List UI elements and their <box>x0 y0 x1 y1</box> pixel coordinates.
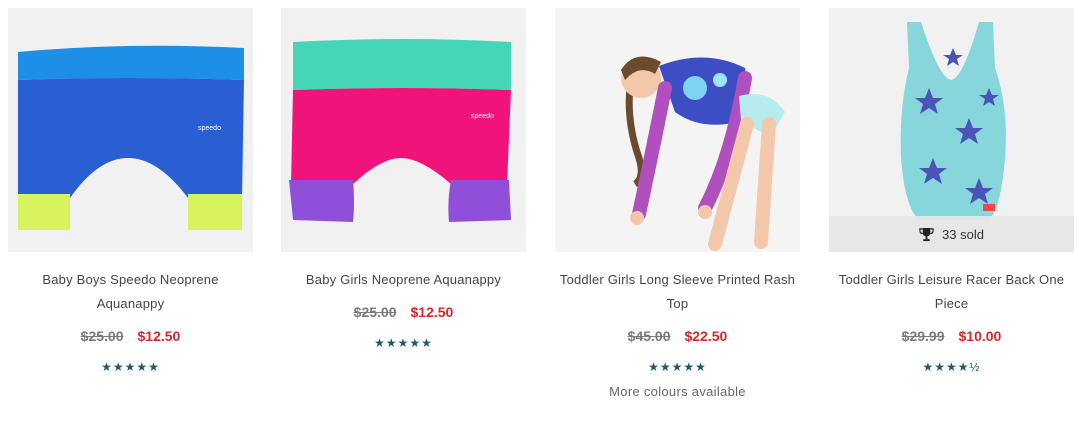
original-price: $29.99 <box>901 328 945 344</box>
sale-price: $22.50 <box>684 328 728 344</box>
product-card[interactable]: 33 sold Toddler Girls Leisure Racer Back… <box>829 8 1074 428</box>
product-title[interactable]: Baby Girls Neoprene Aquanappy <box>281 268 526 292</box>
product-card[interactable]: speedo Baby Girls Neoprene Aquanappy $25… <box>281 8 526 428</box>
product-image[interactable] <box>555 8 800 252</box>
star-rating: ★★★★★ <box>101 360 160 374</box>
original-price: $25.00 <box>80 328 124 344</box>
blue-swim-shorts-icon: speedo <box>8 8 253 252</box>
svg-text:speedo: speedo <box>198 125 221 132</box>
product-title[interactable]: Baby Boys Speedo Neoprene Aquanappy <box>8 268 253 316</box>
product-image[interactable]: speedo <box>281 8 526 252</box>
pink-swim-shorts-icon: speedo <box>281 8 526 252</box>
original-price: $25.00 <box>353 304 397 320</box>
more-colours-link[interactable]: More colours available <box>555 384 800 399</box>
svg-text:speedo: speedo <box>471 113 494 120</box>
product-image[interactable]: speedo <box>8 8 253 252</box>
product-title[interactable]: Toddler Girls Leisure Racer Back One Pie… <box>829 268 1074 316</box>
price-row: $25.00 $12.50 <box>281 304 526 320</box>
price-row: $29.99 $10.00 <box>829 328 1074 344</box>
girl-rash-top-icon <box>555 8 800 252</box>
sold-count-text: 33 sold <box>942 226 984 242</box>
trophy-icon <box>919 227 934 241</box>
product-card[interactable]: speedo Baby Boys Speedo Neoprene Aquanap… <box>8 8 253 428</box>
product-card[interactable]: Toddler Girls Long Sleeve Printed Rash T… <box>555 8 800 428</box>
star-rating: ★★★★½ <box>922 360 981 374</box>
sale-price: $12.50 <box>410 304 454 320</box>
sale-price: $10.00 <box>958 328 1002 344</box>
price-row: $25.00 $12.50 <box>8 328 253 344</box>
original-price: $45.00 <box>627 328 671 344</box>
sale-price: $12.50 <box>137 328 181 344</box>
product-grid: speedo Baby Boys Speedo Neoprene Aquanap… <box>0 0 1080 441</box>
sold-count-badge: 33 sold <box>829 216 1074 252</box>
price-row: $45.00 $22.50 <box>555 328 800 344</box>
product-image[interactable]: 33 sold <box>829 8 1074 252</box>
star-rating: ★★★★★ <box>648 360 707 374</box>
star-rating: ★★★★★ <box>374 336 433 350</box>
product-title[interactable]: Toddler Girls Long Sleeve Printed Rash T… <box>555 268 800 316</box>
